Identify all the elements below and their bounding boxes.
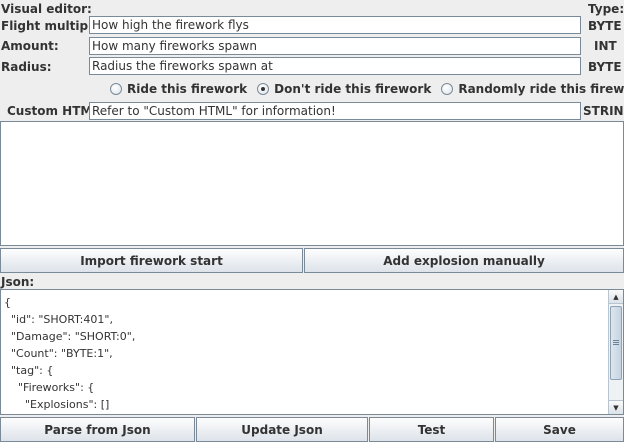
scroll-up-icon[interactable]: ▲ <box>609 290 623 304</box>
amount-label: Amount: <box>1 39 59 53</box>
radio-dont-ride[interactable]: Don't ride this firework <box>257 81 431 97</box>
scroll-down-icon[interactable]: ▼ <box>609 400 623 414</box>
import-firework-start-button[interactable]: Import firework start <box>0 248 303 273</box>
parse-from-json-button[interactable]: Parse from Json <box>0 417 195 442</box>
update-json-button[interactable]: Update Json <box>196 417 368 442</box>
test-button[interactable]: Test <box>369 417 494 442</box>
custom-html-textarea[interactable] <box>0 121 624 246</box>
json-label: Json: <box>1 275 35 289</box>
type-column-label: Type: <box>588 2 624 16</box>
radio-random-ride[interactable]: Randomly ride this firework <box>441 81 624 97</box>
save-button[interactable]: Save <box>495 417 624 442</box>
json-textarea[interactable]: { "id": "SHORT:401", "Damage": "SHORT:0"… <box>0 289 624 415</box>
radio-ride-label: Ride this firework <box>127 82 248 96</box>
amount-type: INT <box>594 39 617 53</box>
custom-html-input[interactable]: Refer to "Custom HTML" for information! <box>89 102 581 120</box>
radio-unselected-icon[interactable] <box>110 83 122 95</box>
custom-html-type: STRING <box>583 104 624 118</box>
radius-input[interactable]: Radius the fireworks spawn at <box>89 57 581 75</box>
json-line: "Fireworks": { <box>4 381 95 394</box>
flight-multiplier-type: BYTE <box>588 19 622 33</box>
radio-unselected-icon[interactable] <box>441 83 454 95</box>
ride-options-group: Ride this firework Don't ride this firew… <box>110 81 624 97</box>
radio-dont-ride-label: Don't ride this firework <box>274 82 432 96</box>
radio-random-ride-label: Randomly ride this firework <box>458 82 624 96</box>
json-scrollbar[interactable]: ▲ ▼ <box>608 290 623 414</box>
json-line: } <box>4 413 135 414</box>
json-line: "Explosions": [] <box>4 398 110 411</box>
json-line: "Count": "BYTE:1", <box>4 347 113 360</box>
json-content: { "id": "SHORT:401", "Damage": "SHORT:0"… <box>4 294 136 414</box>
json-line: "tag": { <box>4 364 54 377</box>
scroll-thumb[interactable] <box>610 306 622 380</box>
radio-ride[interactable]: Ride this firework <box>110 81 247 97</box>
json-line: "id": "SHORT:401", <box>4 313 113 326</box>
json-line: { <box>4 296 11 309</box>
json-line: "Damage": "SHORT:0", <box>4 330 136 343</box>
radio-selected-icon[interactable] <box>257 83 270 95</box>
radius-label: Radius: <box>1 60 52 74</box>
radius-type: BYTE <box>588 60 622 74</box>
flight-multiplier-input[interactable]: How high the firework flys <box>89 16 581 34</box>
amount-input[interactable]: How many fireworks spawn <box>89 37 581 55</box>
add-explosion-manually-button[interactable]: Add explosion manually <box>304 248 624 273</box>
visual-editor-label: Visual editor: <box>1 2 92 16</box>
